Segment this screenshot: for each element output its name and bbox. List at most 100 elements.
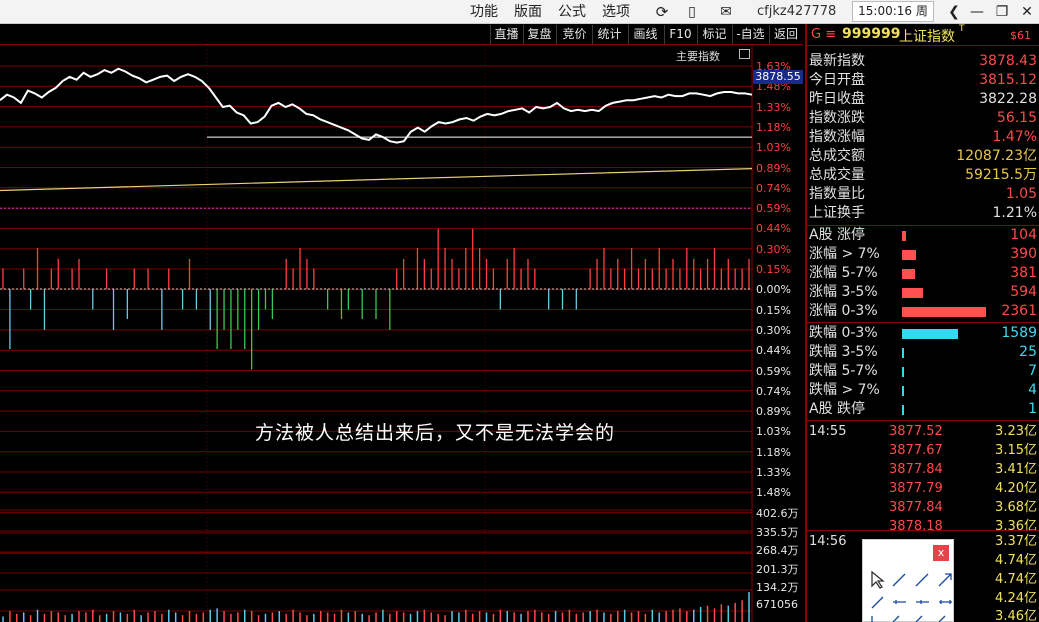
- quote-label: 总成交额: [809, 148, 865, 164]
- toolbar-replay-button[interactable]: 复盘: [523, 25, 555, 44]
- cursor-tool-icon: [871, 570, 885, 589]
- line-tool-icon: [892, 573, 906, 587]
- minimize-icon[interactable]: —: [966, 2, 988, 22]
- volume-tick-label: 671056: [756, 598, 798, 611]
- panel-header: G ≡ 999999 上证指数 T $61: [807, 24, 1039, 46]
- breadth-value: 7: [1028, 363, 1037, 379]
- quote-row: 今日开盘 3815.12: [809, 71, 1039, 90]
- caption-text: 方法被人总结出来后，又不是无法学会的: [255, 422, 616, 444]
- toolbar-live-button[interactable]: 直播: [490, 25, 522, 44]
- breadth-label: A股 跌停: [809, 401, 866, 417]
- tick-amount: 3.37亿: [995, 534, 1037, 549]
- toolbar-mark-button[interactable]: 标记: [697, 25, 731, 44]
- tick-price: 3878.18: [889, 519, 943, 534]
- percent-tick-label: 0.15%: [756, 303, 791, 317]
- breadth-bar: [902, 405, 904, 415]
- index-code: 999999: [842, 26, 901, 42]
- phone-icon[interactable]: ▯: [681, 2, 703, 22]
- breadth-value: 381: [1010, 265, 1037, 281]
- quote-row: 总成交额 12087.23亿: [809, 147, 1039, 166]
- toolbar-f10-button[interactable]: F10: [664, 25, 696, 44]
- quote-row: 指数涨幅 1.47%: [809, 128, 1039, 147]
- percent-tick-label: 0.74%: [756, 384, 791, 398]
- volume-tick-label: 268.4万: [756, 544, 799, 557]
- advance-row: A股 涨停 104: [809, 226, 1039, 245]
- mail-icon[interactable]: ✉: [715, 2, 737, 22]
- breadth-value: 4: [1028, 382, 1037, 398]
- tick-amount: 4.24亿: [995, 591, 1037, 606]
- quote-label: 指数涨幅: [809, 129, 865, 145]
- volume-tick-label: 134.2万: [756, 581, 799, 594]
- quote-panel: G ≡ 999999 上证指数 T $61 最新指数 3878.43 今日开盘 381…: [805, 24, 1039, 622]
- advance-row: 涨幅 5-7% 381: [809, 264, 1039, 283]
- breadth-label: 涨幅 > 7%: [809, 246, 880, 262]
- back-icon[interactable]: ❮: [943, 2, 965, 22]
- chart-toolbar: 直播 复盘 竞价 统计 画线 F10 标记 -自选 返回: [0, 24, 803, 45]
- quote-label: 最新指数: [809, 53, 865, 69]
- price-tag: 3878.55: [753, 70, 803, 84]
- breadth-label: 跌幅 5-7%: [809, 363, 878, 379]
- quote-value: 56.15: [996, 110, 1037, 126]
- decline-row: 跌幅 5-7% 7: [809, 362, 1039, 381]
- tick-price: 3877.84: [889, 462, 943, 477]
- tick-amount: 3.23亿: [995, 424, 1037, 439]
- toolbar-stats-button[interactable]: 统计: [592, 25, 626, 44]
- toolbar-draw-button[interactable]: 画线: [628, 25, 662, 44]
- panel-toggle-icon[interactable]: [739, 49, 750, 59]
- tick-time: 14:56: [809, 534, 847, 549]
- tick-amount: 4.74亿: [995, 553, 1037, 568]
- quote-value: 3815.12: [979, 72, 1037, 88]
- tick-amount: 4.20亿: [995, 481, 1037, 496]
- average-line: [0, 168, 753, 192]
- quote-label: 指数涨跌: [809, 110, 865, 126]
- percent-tick-label: 1.33%: [756, 466, 791, 479]
- decline-row: 跌幅 > 7% 4: [809, 381, 1039, 400]
- panel-separator: [807, 420, 1039, 421]
- toolbar-return-button[interactable]: 返回: [769, 25, 802, 44]
- close-icon[interactable]: ✕: [1016, 2, 1038, 22]
- clock: 15:00:16 周三: [852, 1, 934, 37]
- percent-tick-label: 0.59%: [756, 364, 791, 378]
- percent-tick-label: 1.03%: [756, 425, 791, 439]
- index-name: 上证指数: [899, 29, 955, 45]
- arrow-tool-icon: [938, 573, 952, 587]
- breadth-bar: [902, 348, 904, 358]
- refresh-icon[interactable]: ⟳: [651, 2, 673, 22]
- volume-tick-label: 335.5万: [756, 526, 799, 539]
- quote-row: 最新指数 3878.43: [809, 52, 1039, 71]
- menu-function[interactable]: 功能: [470, 2, 498, 22]
- panel-separator: [807, 530, 1039, 531]
- quote-row: 上证换手 1.21%: [809, 204, 1039, 223]
- quote-value: 59215.5万: [965, 167, 1037, 183]
- tick-price: 3877.67: [889, 443, 943, 458]
- menu-layout[interactable]: 版面: [514, 2, 542, 22]
- toolbar-auction-button[interactable]: 竞价: [556, 25, 592, 44]
- index-sup: T: [959, 24, 965, 34]
- percent-tick-label: 1.18%: [756, 120, 791, 134]
- quote-label: 上证换手: [809, 205, 865, 221]
- tick-time: 14:55: [809, 424, 847, 439]
- breadth-label: 涨幅 5-7%: [809, 265, 878, 281]
- intraday-chart[interactable]: 直播 复盘 竞价 统计 画线 F10 标记 -自选 返回 主要指数 1.63% 1…: [0, 24, 803, 622]
- hseg-tool-icon: [916, 600, 929, 604]
- breadth-value: 25: [1019, 344, 1037, 360]
- quote-row: 指数量比 1.05: [809, 185, 1039, 204]
- percent-tick-label: 1.03%: [756, 141, 791, 155]
- percent-tick-label: 0.89%: [756, 405, 791, 419]
- toolbar-watchlist-button[interactable]: -自选: [732, 25, 768, 44]
- maximize-icon[interactable]: ❐: [991, 2, 1013, 22]
- breadth-label: 跌幅 > 7%: [809, 382, 880, 398]
- breadth-label: 跌幅 0-3%: [809, 325, 878, 341]
- volume-tick-label: 402.6万: [756, 507, 799, 520]
- ray-tool-icon: [871, 596, 884, 609]
- breadth-value: 390: [1010, 246, 1037, 262]
- user-account[interactable]: cfjkz427778: [757, 2, 836, 22]
- breadth-bar: [902, 288, 923, 298]
- breadth-label: 跌幅 3-5%: [809, 344, 878, 360]
- menu-formula[interactable]: 公式: [558, 2, 586, 22]
- breadth-bar: [902, 367, 904, 377]
- menu-options[interactable]: 选项: [602, 2, 630, 22]
- quote-label: 昨日收盘: [809, 91, 865, 107]
- chart-canvas: [0, 45, 753, 622]
- decline-row: 跌幅 3-5% 25: [809, 343, 1039, 362]
